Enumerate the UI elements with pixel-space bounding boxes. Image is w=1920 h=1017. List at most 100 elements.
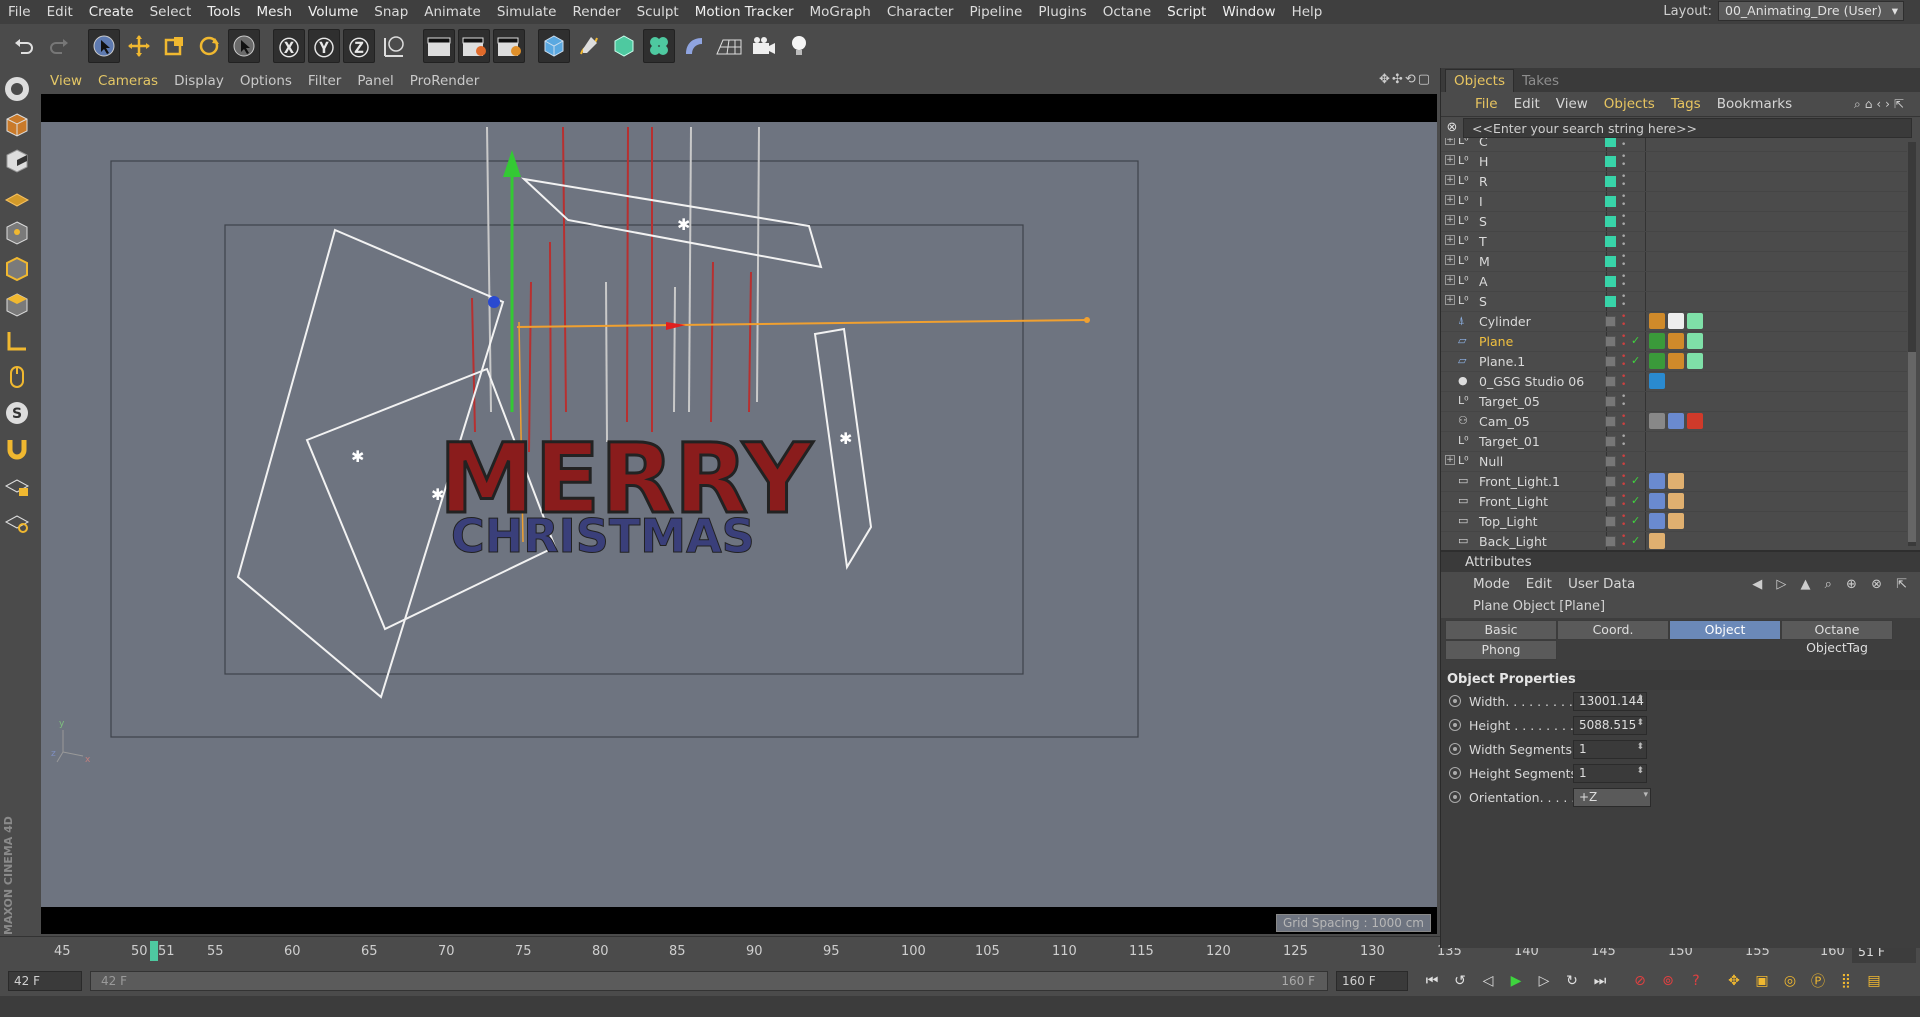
edit-state-icon[interactable] — [1605, 536, 1616, 547]
object-row-s[interactable]: + L⁰ S • • — [1441, 292, 1907, 312]
layer-color-swatch[interactable] — [1605, 256, 1616, 267]
menu-simulate[interactable]: Simulate — [489, 4, 565, 20]
object-name[interactable]: Target_05 — [1479, 394, 1540, 409]
viewport-menu-display[interactable]: Display — [166, 73, 232, 89]
om-menu-view[interactable]: View — [1548, 96, 1596, 112]
animate-radio[interactable] — [1449, 719, 1461, 731]
attr-menu-mode[interactable]: Mode — [1465, 576, 1518, 592]
expand-icon[interactable]: + — [1445, 455, 1455, 465]
visibility-dots[interactable]: •• — [1621, 393, 1626, 410]
menu-motion-tracker[interactable]: Motion Tracker — [687, 4, 802, 20]
snap-button[interactable]: S — [2, 398, 32, 428]
points-mode-button[interactable] — [2, 218, 32, 248]
axis-mode-button[interactable] — [2, 326, 32, 356]
key-rotation-button[interactable]: ◎ — [1778, 969, 1802, 993]
layer-color-swatch[interactable] — [1605, 196, 1616, 207]
workplane-mode-button[interactable] — [2, 182, 32, 212]
play-button[interactable]: ▶ — [1504, 969, 1528, 993]
camera-button[interactable] — [748, 29, 780, 63]
visibility-dots[interactable]: •• — [1621, 173, 1626, 190]
visibility-dots[interactable]: •• — [1621, 193, 1626, 210]
visibility-dots[interactable]: •• — [1621, 353, 1626, 370]
object-row-front-light[interactable]: ▭ Front_Light • • ✓ — [1441, 492, 1907, 512]
menu-volume[interactable]: Volume — [300, 4, 366, 20]
menu-pipeline[interactable]: Pipeline — [961, 4, 1030, 20]
enabled-check-icon[interactable]: ✓ — [1631, 334, 1640, 347]
edit-state-icon[interactable] — [1605, 496, 1616, 507]
tag-icon[interactable] — [1687, 353, 1703, 369]
object-row-target-05[interactable]: L⁰ Target_05 • • — [1441, 392, 1907, 412]
pen-button[interactable] — [573, 29, 605, 63]
tab-takes[interactable]: Takes — [1514, 70, 1567, 92]
tag-icon[interactable] — [1649, 473, 1665, 489]
tag-icon[interactable] — [1687, 313, 1703, 329]
edit-state-icon[interactable] — [1605, 336, 1616, 347]
magnet-button[interactable] — [2, 434, 32, 464]
object-name[interactable]: S — [1479, 214, 1487, 229]
tag-icon[interactable] — [1649, 333, 1665, 349]
object-name[interactable]: R — [1479, 174, 1488, 189]
light-button[interactable] — [783, 29, 815, 63]
timeline-window-button[interactable]: ▤ — [1862, 969, 1886, 993]
menu-edit[interactable]: Edit — [39, 4, 81, 20]
tag-icon[interactable] — [1649, 353, 1665, 369]
viewport-menu-options[interactable]: Options — [232, 73, 300, 89]
om-toolbar-icons[interactable]: ⌕⌂‹›⇱ — [1854, 97, 1908, 112]
next-key-button[interactable]: ↻ — [1560, 969, 1584, 993]
layer-color-swatch[interactable] — [1605, 236, 1616, 247]
animate-radio[interactable] — [1449, 695, 1461, 707]
expand-icon[interactable]: + — [1445, 195, 1455, 205]
menu-select[interactable]: Select — [142, 4, 200, 20]
visibility-dots[interactable]: •• — [1621, 138, 1626, 150]
viewport-menu-view[interactable]: View — [42, 73, 90, 89]
render-view-button[interactable] — [423, 29, 455, 63]
object-row-plane[interactable]: ▱ Plane • • ✓ — [1441, 332, 1907, 352]
tag-icon[interactable] — [1668, 413, 1684, 429]
object-row-top-light[interactable]: ▭ Top_Light • • ✓ — [1441, 512, 1907, 532]
visibility-dots[interactable]: •• — [1621, 513, 1626, 530]
visibility-dots[interactable]: •• — [1621, 453, 1626, 470]
tag-icon[interactable] — [1649, 513, 1665, 529]
key-parameter-button[interactable]: Ⓟ — [1806, 969, 1830, 993]
viewport-menu-cameras[interactable]: Cameras — [90, 73, 166, 89]
attr-tab-octane-objecttag[interactable]: Octane ObjectTag — [1781, 620, 1893, 655]
cube-button[interactable] — [538, 29, 570, 63]
object-row-cam-05[interactable]: ⚇ Cam_05 • • — [1441, 412, 1907, 432]
redo-button[interactable] — [43, 29, 75, 63]
object-row-s[interactable]: + L⁰ S • • — [1441, 212, 1907, 232]
expand-icon[interactable]: + — [1445, 255, 1455, 265]
edit-state-icon[interactable] — [1605, 356, 1616, 367]
expand-icon[interactable]: + — [1445, 295, 1455, 305]
menu-render[interactable]: Render — [565, 4, 629, 20]
clear-search-icon[interactable]: ⊗ — [1441, 120, 1463, 135]
render-picture-viewer-button[interactable] — [458, 29, 490, 63]
edges-mode-button[interactable] — [2, 254, 32, 284]
edit-state-icon[interactable] — [1605, 436, 1616, 447]
prev-frame-button[interactable]: ◁ — [1476, 969, 1500, 993]
tag-icon[interactable] — [1649, 373, 1665, 389]
tag-icon[interactable] — [1668, 493, 1684, 509]
visibility-dots[interactable]: •• — [1621, 533, 1626, 550]
enabled-check-icon[interactable]: ✓ — [1631, 514, 1640, 527]
visibility-dots[interactable]: •• — [1621, 413, 1626, 430]
visibility-dots[interactable]: •• — [1621, 273, 1626, 290]
attr-tab-object[interactable]: Object — [1669, 620, 1781, 640]
om-menu-bookmarks[interactable]: Bookmarks — [1709, 96, 1800, 112]
tweak-mode-button[interactable] — [2, 362, 32, 392]
visibility-dots[interactable]: •• — [1621, 233, 1626, 250]
menu-animate[interactable]: Animate — [416, 4, 489, 20]
object-name[interactable]: S — [1479, 294, 1487, 309]
enabled-check-icon[interactable]: ✓ — [1631, 534, 1640, 547]
tag-icon[interactable] — [1649, 533, 1665, 549]
width-segments-field[interactable]: 1 — [1573, 740, 1647, 759]
animate-radio[interactable] — [1449, 767, 1461, 779]
menu-help[interactable]: Help — [1284, 4, 1331, 20]
height-segments-field[interactable]: 1 — [1573, 764, 1647, 783]
key-pla-button[interactable]: ⣿ — [1834, 969, 1858, 993]
object-list[interactable]: +L⁰C••+L⁰H••+L⁰R••+L⁰I••+L⁰S••+L⁰T••+L⁰M… — [1441, 138, 1920, 550]
subdivision-button[interactable] — [608, 29, 640, 63]
menu-mograph[interactable]: MoGraph — [802, 4, 879, 20]
layer-color-swatch[interactable] — [1605, 296, 1616, 307]
attr-nav-icons[interactable]: ◀ ▷ ▲ ⌕ ⊕ ⊗ ⇱ — [1752, 577, 1912, 592]
visibility-dots[interactable]: •• — [1621, 293, 1626, 310]
